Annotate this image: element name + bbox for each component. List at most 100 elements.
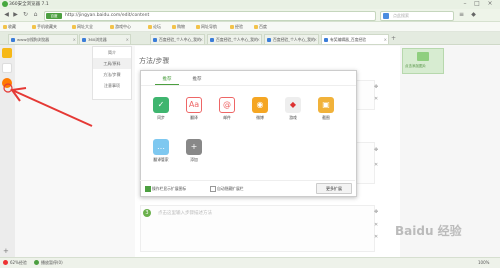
site-badge: 百度 bbox=[46, 13, 62, 19]
tab-bar: www@搜狗浏览器 × 360浏览器 × 百度经验_个人中心_我的 × 百度经验_个人… bbox=[0, 32, 500, 45]
tab-active[interactable]: 有奖编辑器_百度经验 × bbox=[321, 34, 389, 44]
move-handle-icon[interactable]: ✥ bbox=[374, 84, 378, 90]
mail-icon: @ bbox=[219, 97, 235, 113]
close-button[interactable]: × bbox=[485, 0, 495, 8]
delete-icon[interactable]: ✕ bbox=[374, 222, 378, 228]
minimize-button[interactable]: – bbox=[460, 0, 470, 8]
bookmark-item[interactable]: 收藏 bbox=[3, 23, 16, 30]
folder-icon bbox=[196, 25, 200, 29]
delete-icon[interactable]: ✕ bbox=[374, 162, 378, 168]
home-icon[interactable]: ⌂ bbox=[32, 11, 39, 18]
title-bar: 360安全浏览器 7.1 – □ × bbox=[0, 0, 500, 9]
app-add[interactable]: + 添加 bbox=[182, 139, 206, 169]
refresh-icon[interactable]: ↻ bbox=[22, 11, 29, 18]
tab[interactable]: 360浏览器 × bbox=[79, 34, 131, 44]
folder-icon bbox=[172, 25, 176, 29]
page-icon bbox=[153, 38, 157, 42]
sidebar-dock: + bbox=[0, 45, 16, 257]
address-bar: ◀ ▶ ↻ ⌂ 百度 http://jingyan.baidu.com/edit… bbox=[0, 9, 500, 22]
extension-icon[interactable] bbox=[2, 78, 12, 88]
bookmark-item[interactable]: 游戏中心 bbox=[110, 23, 131, 30]
folder-icon bbox=[32, 25, 36, 29]
tab[interactable]: 百度经验_个人中心_我的 × bbox=[264, 34, 319, 44]
bookmark-item[interactable]: 购物 bbox=[172, 23, 185, 30]
back-icon[interactable]: ◀ bbox=[3, 11, 10, 18]
maximize-button[interactable]: □ bbox=[472, 0, 482, 8]
delete-icon[interactable]: ✕ bbox=[374, 234, 378, 240]
game-icon: ◆ bbox=[285, 97, 301, 113]
page-icon bbox=[82, 38, 86, 42]
status-text[interactable]: 播放暂停(0) bbox=[41, 259, 63, 267]
tab[interactable]: www@搜狗浏览器 × bbox=[8, 34, 78, 44]
extension-icon[interactable]: ◆ bbox=[470, 11, 477, 18]
page-icon bbox=[210, 38, 214, 42]
more-extensions-button[interactable]: 更多扩展 bbox=[316, 183, 352, 194]
move-handle-icon[interactable]: ✥ bbox=[374, 147, 378, 153]
tab[interactable]: 百度经验_个人中心_我的 × bbox=[207, 34, 262, 44]
bookmark-item[interactable]: 手机收藏夹 bbox=[32, 23, 57, 30]
bookmark-item[interactable]: 论坛 bbox=[148, 23, 161, 30]
translate-icon: Aa bbox=[186, 97, 202, 113]
app-weibo[interactable]: ◉ 微博 bbox=[248, 97, 272, 127]
browser-logo-icon bbox=[2, 1, 8, 7]
checkbox[interactable] bbox=[145, 186, 151, 192]
zoom-level[interactable]: 100% bbox=[478, 259, 489, 267]
bookmark-item[interactable]: 网址导航 bbox=[196, 23, 217, 30]
folder-icon bbox=[3, 25, 7, 29]
tab-close-icon[interactable]: × bbox=[73, 35, 76, 44]
media-icon bbox=[34, 260, 39, 265]
app-sync[interactable]: ✓ 同步 bbox=[149, 97, 173, 127]
search-engine-icon bbox=[383, 13, 389, 19]
tab-close-icon[interactable]: × bbox=[126, 35, 129, 44]
app-chat[interactable]: … 翻译管家 bbox=[149, 139, 173, 169]
app-mail[interactable]: @ 邮件 bbox=[215, 97, 239, 127]
popup-tab-other[interactable]: 推荐 bbox=[185, 75, 209, 84]
show-icon-checkbox[interactable]: 操作栏显示扩展图标 bbox=[145, 186, 186, 192]
app-translate[interactable]: Aa 翻译 bbox=[182, 97, 206, 127]
tab-close-icon[interactable]: × bbox=[314, 35, 317, 44]
image-icon bbox=[417, 52, 429, 61]
checkbox[interactable] bbox=[210, 186, 216, 192]
section-heading: 方法/步骤 bbox=[139, 57, 170, 65]
step-placeholder: 点击这里输入步骤描述方法 bbox=[158, 211, 212, 216]
divider bbox=[141, 85, 356, 86]
url-input[interactable]: 百度 http://jingyan.baidu.com/edit/content bbox=[44, 11, 376, 21]
folder-icon bbox=[254, 25, 258, 29]
bookmark-bar: 收藏 手机收藏夹 网址大全 游戏中心 论坛 购物 网址导航 经验 百度 bbox=[0, 22, 500, 32]
add-image-card[interactable]: 点击添加图片 bbox=[402, 48, 444, 74]
move-handle-icon[interactable]: ✥ bbox=[374, 209, 378, 215]
new-tab-button[interactable]: + bbox=[391, 35, 396, 42]
chat-icon: … bbox=[153, 139, 169, 155]
auto-hide-checkbox[interactable]: 自动隐藏扩展栏 bbox=[210, 186, 244, 192]
forward-icon[interactable]: ▶ bbox=[12, 11, 19, 18]
menu-icon[interactable]: ≡ bbox=[458, 11, 465, 18]
weibo-icon[interactable] bbox=[2, 63, 12, 73]
page-icon bbox=[324, 38, 328, 42]
outline-item[interactable]: 简介 bbox=[93, 47, 131, 58]
status-icon bbox=[3, 260, 8, 265]
bookmark-item[interactable]: 百度 bbox=[254, 23, 267, 30]
app-game[interactable]: ◆ 游戏 bbox=[281, 97, 305, 127]
bookmark-item[interactable]: 经验 bbox=[230, 23, 243, 30]
popup-tab-recommend[interactable]: 推荐 bbox=[155, 75, 179, 85]
outline-item[interactable]: 工具/原料 bbox=[93, 58, 131, 69]
tab[interactable]: 百度经验_个人中心_我的 × bbox=[150, 34, 205, 44]
app-screenshot[interactable]: ▣ 截图 bbox=[314, 97, 338, 127]
step-number: 3 bbox=[143, 209, 151, 217]
folder-icon bbox=[148, 25, 152, 29]
add-icon[interactable]: + bbox=[3, 247, 9, 255]
status-text: 62%经验 bbox=[10, 260, 27, 265]
delete-icon[interactable]: ✕ bbox=[374, 96, 378, 102]
star-icon[interactable] bbox=[2, 48, 12, 58]
tab-close-icon[interactable]: × bbox=[200, 35, 203, 44]
add-image-label: 点击添加图片 bbox=[405, 64, 426, 68]
tab-close-icon[interactable]: × bbox=[384, 35, 387, 44]
page-icon bbox=[267, 38, 271, 42]
tab-close-icon[interactable]: × bbox=[257, 35, 260, 44]
weibo-icon: ◉ bbox=[252, 97, 268, 113]
search-placeholder: 点此搜索 bbox=[393, 13, 409, 18]
bookmark-item[interactable]: 网址大全 bbox=[72, 23, 93, 30]
search-input[interactable]: 点此搜索 bbox=[380, 11, 454, 21]
outline-item[interactable]: 方法/步骤 bbox=[93, 69, 131, 80]
outline-item[interactable]: 注意事项 bbox=[93, 80, 131, 91]
